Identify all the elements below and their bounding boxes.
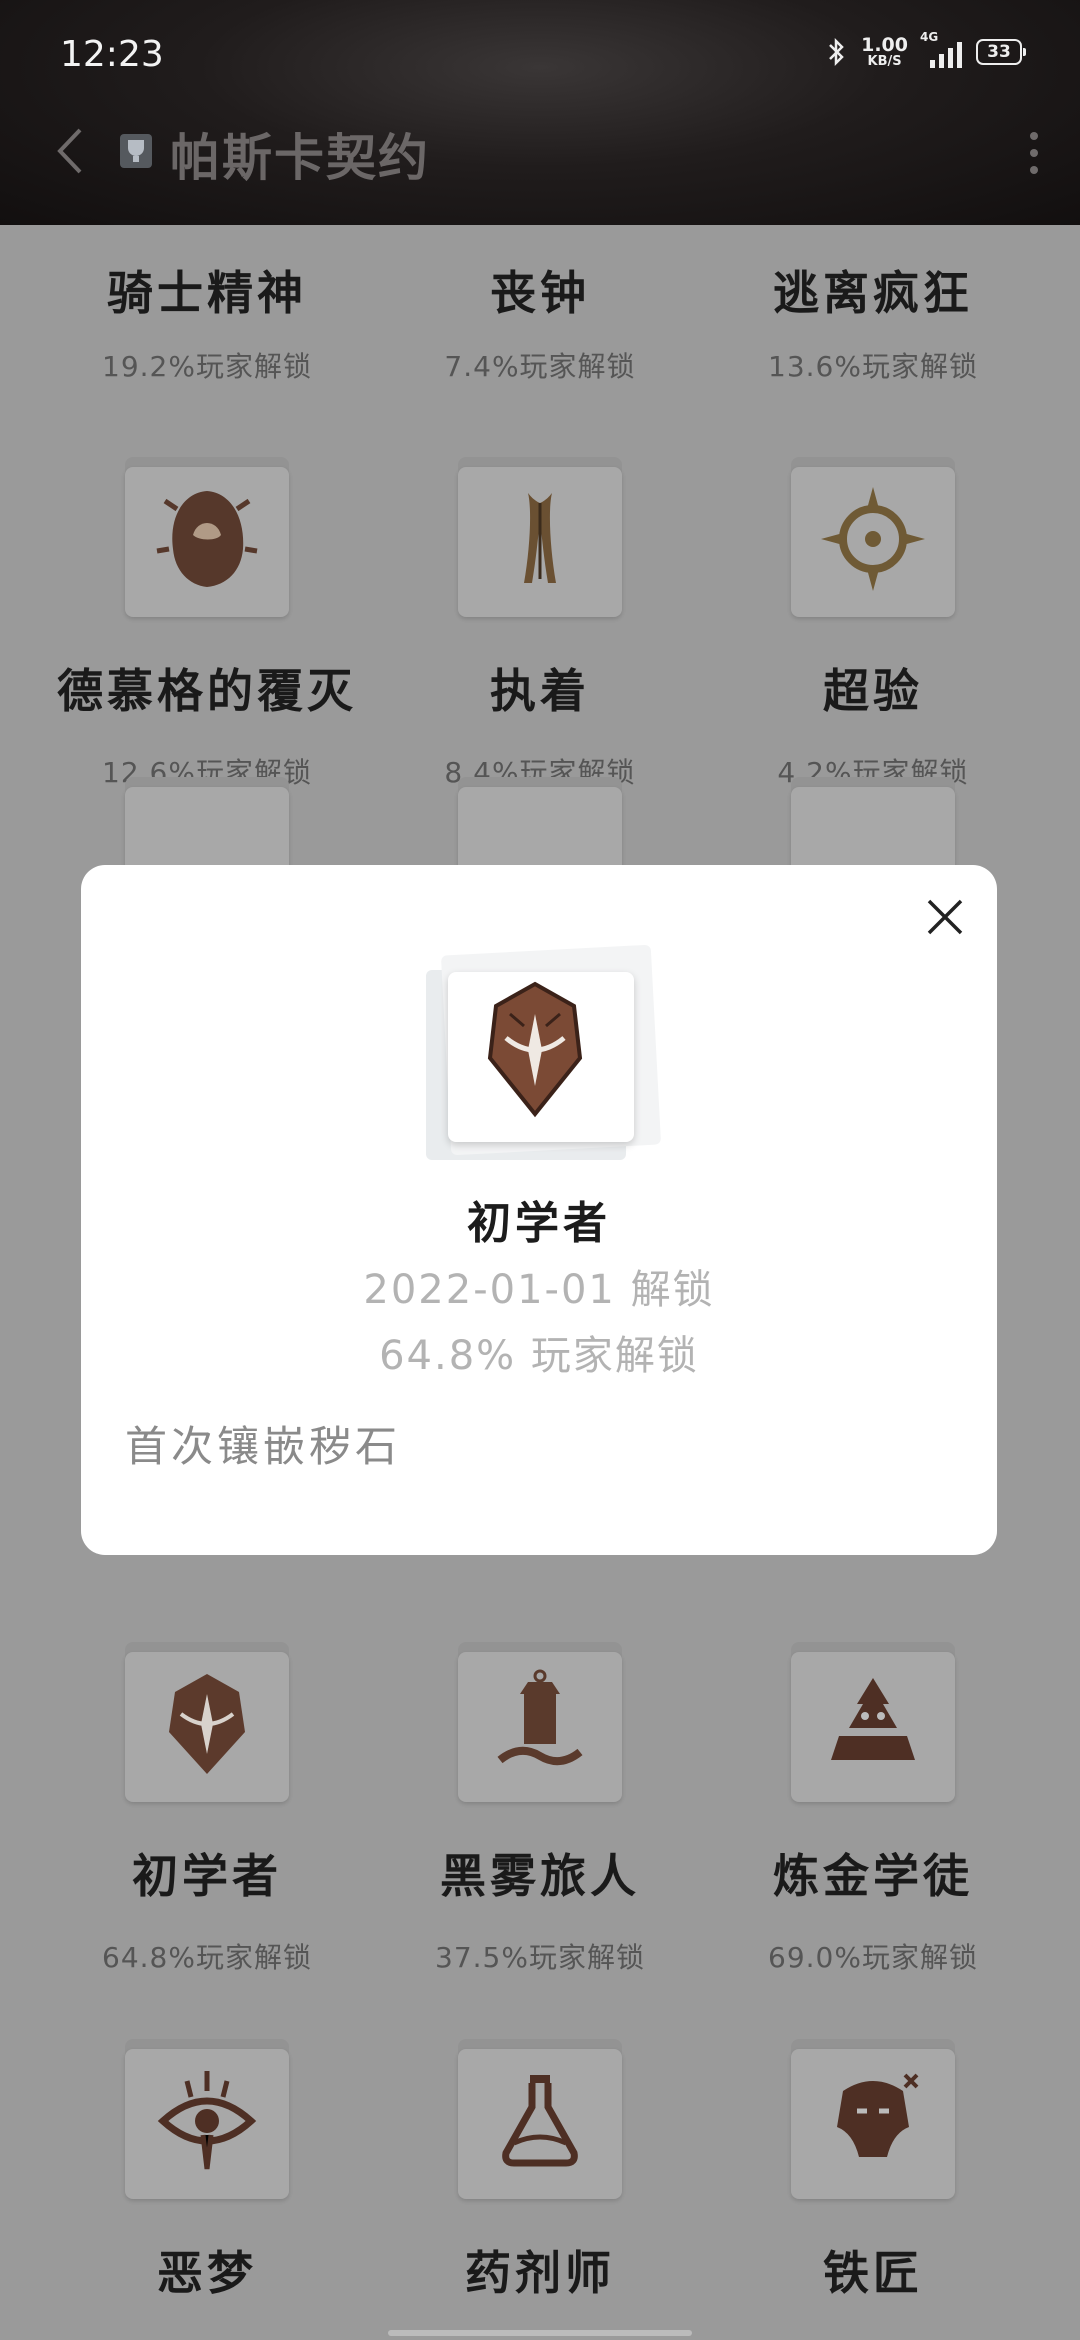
achievement-icon-card (125, 2049, 289, 2199)
signal-icon: 4G (920, 30, 962, 68)
trophy-icon (114, 130, 158, 174)
hooded-figure-icon (156, 491, 258, 587)
compass-icon (821, 487, 925, 591)
bluetooth-icon (827, 37, 847, 67)
achievement-icon-card (458, 2049, 622, 2199)
claw-icon (524, 493, 556, 583)
achievement-icon-card (426, 944, 662, 1160)
status-time: 12:23 (60, 34, 164, 75)
achievement-icon-card (125, 467, 289, 617)
lantern-icon (497, 1669, 583, 1766)
back-icon[interactable] (56, 126, 84, 180)
achievement-icon-card (791, 467, 955, 617)
achievement-description: 首次镶嵌秽石 (125, 1422, 402, 1471)
achievement-icon-card (125, 1652, 289, 1802)
more-options-icon[interactable] (1030, 132, 1038, 174)
network-speed: 1.00 KB/S (861, 34, 908, 69)
achievement-icon-card (791, 1652, 955, 1802)
blacksmith-icon (837, 2073, 919, 2157)
achievement-icon-card (791, 2049, 955, 2199)
alchemy-table-icon (831, 1678, 915, 1760)
close-icon[interactable] (923, 895, 967, 939)
achievement-icon-card (458, 1652, 622, 1802)
achievement-detail-dialog: 初学者 2022-01-01 解锁 64.8% 玩家解锁 首次镶嵌秽石 (81, 865, 997, 1555)
unlock-percentage: 64.8% 玩家解锁 (379, 1333, 699, 1379)
achievement-icon-card (458, 467, 622, 617)
battery-icon: 33 (976, 39, 1026, 65)
page-title: 帕斯卡契约 (170, 128, 430, 187)
crest-gem-icon (169, 1674, 245, 1774)
unlock-date: 2022-01-01 解锁 (363, 1267, 715, 1313)
achievement-name: 初学者 (467, 1198, 611, 1249)
potion-flask-icon (502, 2075, 578, 2167)
home-indicator[interactable] (388, 2330, 692, 2336)
status-icons: 1.00 KB/S 4G 33 (827, 30, 1026, 69)
eye-sigil-icon (157, 2071, 257, 2170)
crest-gem-icon (487, 981, 583, 1118)
app-header: 12:23 1.00 KB/S 4G 33 帕斯卡契约 (0, 0, 1080, 225)
